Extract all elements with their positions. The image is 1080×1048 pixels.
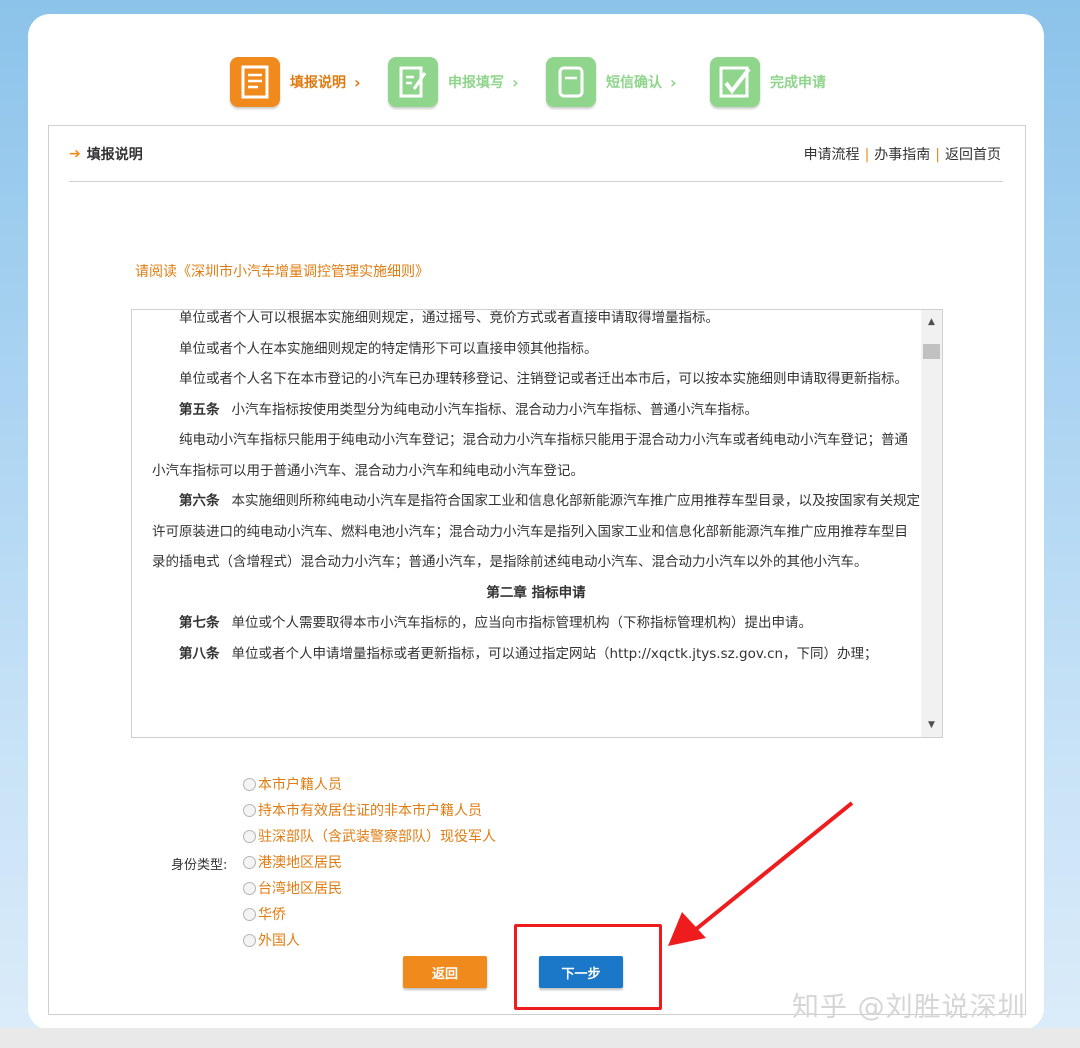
radio-option-military[interactable]: 驻深部队（含武装警察部队）现役军人: [243, 823, 496, 849]
radio-button[interactable]: [243, 777, 256, 791]
back-button[interactable]: 返回: [403, 956, 487, 988]
radio-label: 驻深部队（含武装警察部队）现役军人: [258, 829, 496, 845]
chapter-heading: 第二章 指标申请: [486, 584, 586, 601]
step-label: 申报填写: [448, 75, 504, 91]
nav-link-home[interactable]: 返回首页: [945, 147, 1001, 163]
article-text: 小汽车指标按使用类型分为纯电动小汽车指标、混合动力小汽车指标、普通小汽车指标。: [231, 401, 759, 418]
step-fill-instructions: 填报说明 ›: [230, 55, 361, 109]
radio-button[interactable]: [243, 907, 256, 921]
article-8: 第八条 单位或者个人申请增量指标或者更新指标，可以通过指定网站（http://xq…: [152, 639, 920, 670]
progress-steps: 填报说明 › 申报填写 › 短信确认 › 完成申请: [230, 55, 860, 109]
radio-label: 本市户籍人员: [258, 777, 342, 793]
nav-separator: |: [864, 147, 870, 163]
radio-label: 华侨: [258, 907, 286, 923]
article-title: 第五条: [179, 401, 220, 418]
regulation-paragraph: 单位或者个人可以根据本实施细则规定，通过摇号、竞价方式或者直接申请取得增量指标。: [179, 310, 719, 326]
step-fill-form: 申报填写 ›: [388, 55, 519, 109]
step-sms-confirm: 短信确认 ›: [546, 55, 677, 109]
radio-option-residence-permit[interactable]: 持本市有效居住证的非本市户籍人员: [243, 797, 496, 823]
article-text: 本实施细则所称纯电动小汽车是指符合国家工业和信息化部新能源汽车推广应用推荐车型目…: [152, 493, 920, 570]
regulation-content: 单位或者个人可以根据本实施细则规定，通过摇号、竞价方式或者直接申请取得增量指标。…: [132, 310, 920, 670]
regulation-paragraph: 纯电动小汽车指标只能用于纯电动小汽车登记；混合动力小汽车指标只能用于混合动力小汽…: [152, 432, 908, 479]
watermark: 知乎 @刘胜说深圳: [792, 992, 1026, 1023]
radio-button[interactable]: [243, 803, 256, 817]
regulation-paragraph: 单位或者个人名下在本市登记的小汽车已办理转移登记、注销登记或者迁出本市后，可以按…: [179, 371, 908, 387]
step-complete: 完成申请: [710, 55, 826, 109]
id-type-label: 身份类型:: [171, 858, 228, 873]
phone-icon: [546, 57, 596, 107]
radio-option-taiwan[interactable]: 台湾地区居民: [243, 875, 496, 901]
article-5: 第五条 小汽车指标按使用类型分为纯电动小汽车指标、混合动力小汽车指标、普通小汽车指…: [152, 395, 920, 426]
nav-link-process[interactable]: 申请流程: [804, 147, 860, 163]
radio-button[interactable]: [243, 829, 256, 843]
panel-title: ➔ 填报说明: [69, 144, 143, 164]
id-type-radio-group: 本市户籍人员 持本市有效居住证的非本市户籍人员 驻深部队（含武装警察部队）现役军…: [243, 771, 496, 953]
article-6: 第六条 本实施细则所称纯电动小汽车是指符合国家工业和信息化部新能源汽车推广应用推荐…: [152, 486, 920, 578]
radio-label: 持本市有效居住证的非本市户籍人员: [258, 803, 482, 819]
step-label: 完成申请: [770, 75, 826, 91]
article-title: 第七条: [179, 615, 220, 631]
chevron-right-icon: ›: [670, 72, 677, 92]
edit-form-icon: [388, 57, 438, 107]
document-icon: [230, 57, 280, 107]
article-text: 单位或者个人申请增量指标或者更新指标，可以通过指定网站（http://xqctk…: [231, 645, 878, 662]
radio-option-local-hukou[interactable]: 本市户籍人员: [243, 771, 496, 797]
scrollbar[interactable]: ▲ ▼: [921, 310, 942, 737]
annotation-highlight-box: [514, 924, 662, 1010]
article-title: 第六条: [179, 493, 220, 509]
panel-title-text: 填报说明: [86, 147, 143, 163]
radio-label: 外国人: [258, 933, 300, 949]
article-title: 第八条: [179, 645, 220, 662]
arrow-right-icon: ➔: [69, 146, 81, 162]
scroll-up-icon[interactable]: ▲: [921, 312, 942, 332]
divider: [69, 181, 1003, 182]
radio-option-overseas-chinese[interactable]: 华侨: [243, 901, 496, 927]
radio-button[interactable]: [243, 855, 256, 869]
step-label: 填报说明: [290, 75, 346, 91]
regulation-paragraph: 单位或者个人在本实施细则规定的特定情形下可以直接申领其他指标。: [179, 340, 598, 357]
radio-label: 港澳地区居民: [258, 855, 342, 871]
nav-separator: |: [935, 147, 940, 163]
bottom-bar: [0, 1028, 1080, 1048]
chevron-right-icon: ›: [354, 72, 361, 92]
nav-link-guide[interactable]: 办事指南: [874, 147, 930, 163]
article-7: 第七条 单位或个人需要取得本市小汽车指标的，应当向市指标管理机构（下称指标管理机构…: [152, 608, 920, 639]
chevron-right-icon: ›: [512, 72, 519, 92]
step-label: 短信确认: [606, 75, 662, 91]
scroll-down-icon[interactable]: ▼: [921, 715, 942, 735]
radio-option-hk-macao[interactable]: 港澳地区居民: [243, 849, 496, 875]
article-text: 单位或个人需要取得本市小汽车指标的，应当向市指标管理机构（下称指标管理机构）提出…: [231, 615, 813, 631]
instructions-panel: ➔ 填报说明 申请流程 | 办事指南 | 返回首页 请阅读《深圳市小汽车增量调控管理实施…: [48, 125, 1026, 1015]
regulation-text-box[interactable]: 单位或者个人可以根据本实施细则规定，通过摇号、竞价方式或者直接申请取得增量指标。…: [131, 309, 943, 738]
checkmark-icon: [710, 57, 760, 107]
radio-button[interactable]: [243, 933, 256, 947]
scrollbar-thumb[interactable]: [923, 344, 940, 359]
radio-label: 台湾地区居民: [258, 881, 342, 897]
radio-option-foreigner[interactable]: 外国人: [243, 927, 496, 953]
read-notice: 请阅读《深圳市小汽车增量调控管理实施细则》: [135, 264, 429, 280]
radio-button[interactable]: [243, 881, 256, 895]
top-nav: 申请流程 | 办事指南 | 返回首页: [804, 144, 1001, 164]
